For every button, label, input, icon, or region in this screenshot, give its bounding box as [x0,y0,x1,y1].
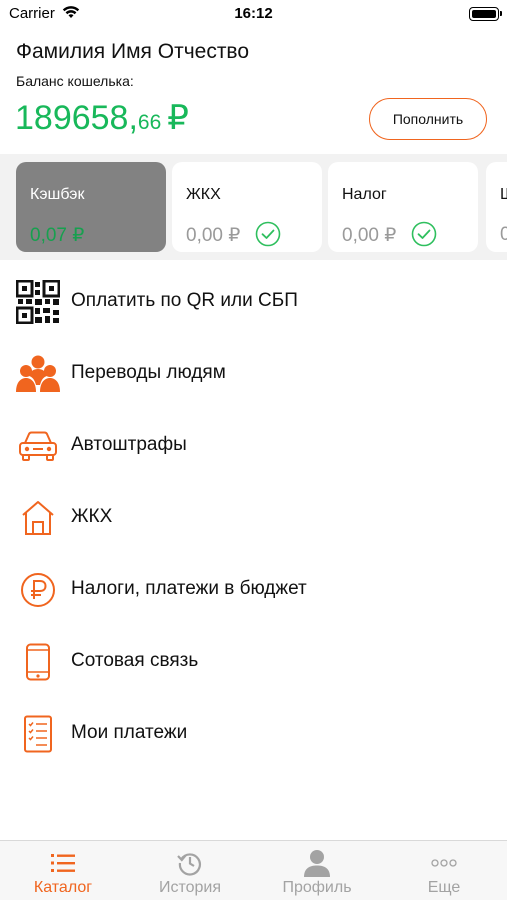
menu-item-zhkh[interactable]: ЖКХ [0,482,507,554]
history-icon [127,849,253,877]
tab-more[interactable]: Еще [381,841,507,900]
card-title: Кэшбэк [30,186,85,203]
tab-history[interactable]: История [127,841,253,900]
more-dots-icon [381,849,507,877]
balance-main: 189658, [15,99,138,137]
tab-bar: Каталог История Профиль Еще [0,840,507,900]
card-value: 0,07 ₽ [30,225,85,246]
card-tax[interactable]: Налог 0,00 ₽ [328,162,478,252]
menu-item-label: Переводы людям [71,362,226,383]
phone-icon [16,640,60,684]
menu-item-label: Сотовая связь [71,650,199,671]
menu-item-label: Мои платежи [71,722,188,743]
receipt-list-icon [16,712,60,756]
tab-label: История [158,879,222,896]
balance-cents: 66 [137,111,162,134]
tab-label: Еще [427,879,461,896]
topup-button[interactable]: Пополнить [369,98,487,140]
menu-item-qr-sbp[interactable]: Оплатить по QR или СБП [0,266,507,338]
car-icon [16,424,60,468]
balance-currency: ₽ [167,99,189,137]
battery-icon [469,7,502,21]
status-bar: Carrier 16:12 [0,0,507,30]
screen: Carrier 16:12 Фамилия Имя Отчество Балан… [0,0,507,900]
card-value: 0,00 ₽ [186,225,241,246]
status-time: 16:12 [234,5,273,22]
menu-item-car-fines[interactable]: Автоштрафы [0,410,507,482]
tab-label: Профиль [282,879,352,896]
card-title: ЖКХ [186,186,221,203]
people-icon [16,352,60,396]
card-zhkh[interactable]: ЖКХ 0,00 ₽ [172,162,322,252]
wallet-balance: 189658,66 ₽ [15,98,189,138]
ruble-circle-icon [16,568,60,612]
profile-icon [254,849,380,877]
tab-catalog[interactable]: Каталог [0,841,126,900]
card-title: Ш [500,186,507,204]
tab-label: Каталог [33,879,93,896]
card-value: 0,00 ₽ [342,225,397,246]
card-cashback[interactable]: Кэшбэк 0,07 ₽ [16,162,166,252]
menu-item-transfers[interactable]: Переводы людям [0,338,507,410]
house-icon [16,496,60,540]
menu-item-label: ЖКХ [71,506,113,527]
qr-code-icon [16,280,60,324]
menu-item-mobile[interactable]: Сотовая связь [0,626,507,698]
tab-profile[interactable]: Профиль [254,841,380,900]
list-icon [0,849,126,877]
menu-item-label: Автоштрафы [71,434,187,455]
check-circle-icon [255,221,281,252]
user-full-name: Фамилия Имя Отчество [16,40,250,63]
card-value: 0 [500,224,507,245]
bonus-cards-strip[interactable]: Кэшбэк 0,07 ₽ ЖКХ 0,00 ₽ Налог 0,00 ₽ Ш … [0,154,507,260]
balance-label: Баланс кошелька: [16,73,134,89]
card-partial[interactable]: Ш 0 [486,162,507,252]
check-circle-icon [411,221,437,252]
card-title: Налог [342,186,387,203]
menu-item-label: Оплатить по QR или СБП [71,290,298,311]
menu-item-my-payments[interactable]: Мои платежи [0,698,507,770]
menu-item-taxes[interactable]: Налоги, платежи в бюджет [0,554,507,626]
menu-item-label: Налоги, платежи в бюджет [71,578,307,599]
